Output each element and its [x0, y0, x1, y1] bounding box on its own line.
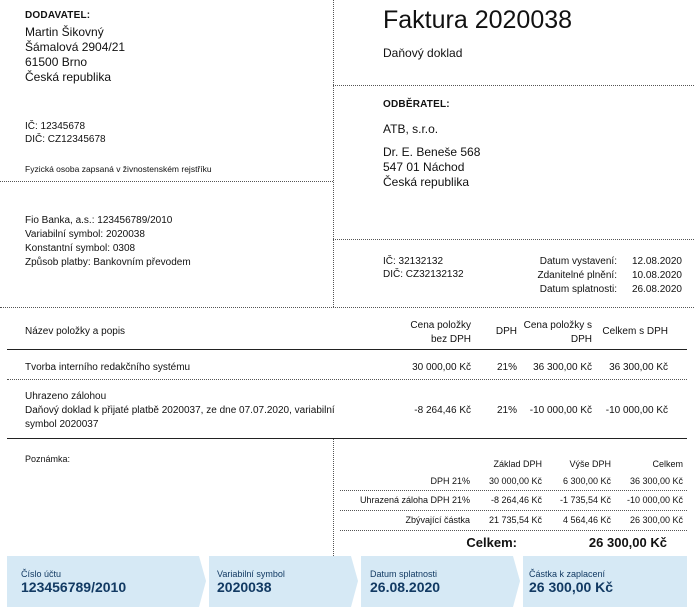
footer-due-label: Datum splatnosti: [370, 569, 438, 579]
row-price-inc: -10 000,00 Kč: [529, 405, 592, 416]
row-price-inc: 36 300,00 Kč: [533, 362, 592, 373]
summary-row-base: 30 000,00 Kč: [488, 476, 542, 486]
issued-value: 12.08.2020: [631, 256, 682, 267]
row-divider: [7, 379, 687, 380]
summary-header-vat: Výše DPH: [569, 459, 611, 469]
footer-amount-tile: Částka k zaplacení 26 300,00 Kč: [523, 556, 687, 607]
footer-arrow: [199, 556, 206, 607]
customer-city: 547 01 Náchod: [383, 160, 465, 174]
summary-row-total: 36 300,00 Kč: [629, 476, 683, 486]
footer-arrow: [351, 556, 358, 607]
table-header-rule: [7, 349, 687, 350]
col-header-name: Název položky a popis: [25, 326, 126, 337]
footer-due-tile: Datum splatnosti 26.08.2020: [361, 556, 513, 607]
footer-due-value: 26.08.2020: [370, 579, 441, 595]
supplier-street: Šámalová 2904/21: [25, 40, 126, 54]
customer-label: ODBĚRATEL:: [383, 99, 450, 110]
payment-method: Způsob platby: Bankovním převodem: [25, 257, 191, 268]
supplier-divider: [0, 181, 333, 182]
customer-street: Dr. E. Beneše 568: [383, 145, 481, 159]
footer-account-label: Číslo účtu: [21, 569, 62, 579]
summary-header-base: Základ DPH: [493, 459, 542, 469]
payment-constant-symbol: Konstantní symbol: 0308: [25, 243, 136, 254]
footer-amount-value: 26 300,00 Kč: [529, 579, 614, 595]
taxable-value: 10.08.2020: [631, 270, 682, 281]
header-vertical-divider: [333, 0, 334, 307]
col-header-price-inc: Cena položky s DPH: [523, 320, 592, 345]
row-price-ex: -8 264,46 Kč: [414, 405, 471, 416]
customer-ic: IČ: 32132132: [383, 256, 444, 267]
summary-row-label: Uhrazená záloha DPH 21%: [359, 495, 470, 505]
due-value: 26.08.2020: [631, 284, 682, 295]
footer-vs-tile: Variabilní symbol 2020038: [209, 556, 351, 607]
customer-dic: DIČ: CZ32132132: [383, 269, 464, 280]
summary-row-base: -8 264,46 Kč: [490, 495, 542, 505]
invoice-subtitle: Daňový doklad: [383, 46, 463, 60]
due-label: Datum splatnosti:: [539, 284, 617, 295]
grand-total-label: Celkem:: [466, 535, 517, 550]
summary-row-label: Zbývající částka: [405, 515, 470, 525]
title-divider: [333, 85, 694, 86]
supplier-ic: IČ: 12345678: [25, 121, 86, 132]
summary-row-vat: 4 564,46 Kč: [562, 515, 611, 525]
header-bottom-divider: [0, 307, 694, 308]
footer-account-value: 123456789/2010: [21, 579, 127, 595]
taxable-label: Zdanitelné plnění:: [537, 270, 617, 281]
col-header-total-inc: Celkem s DPH: [602, 326, 668, 337]
footer-vs-value: 2020038: [217, 579, 272, 595]
summary-row-total: 26 300,00 Kč: [629, 515, 683, 525]
supplier-label: DODAVATEL:: [25, 10, 91, 21]
col-header-price-ex: Cena položky bez DPH: [410, 320, 471, 345]
customer-name: ATB, s.r.o.: [383, 122, 439, 136]
payment-variable-symbol: Variabilní symbol: 2020038: [25, 229, 145, 240]
issued-label: Datum vystavení:: [539, 256, 617, 267]
summary-row-vat: 6 300,00 Kč: [562, 476, 611, 486]
note-label: Poznámka:: [25, 454, 71, 464]
footer-arrow: [513, 556, 520, 607]
row-total-inc: 36 300,00 Kč: [609, 362, 668, 373]
grand-total-value: 26 300,00 Kč: [588, 535, 667, 550]
row-price-ex: 30 000,00 Kč: [412, 362, 471, 373]
row-name: Tvorba interního redakčního systému: [25, 362, 191, 373]
summary-row-total: -10 000,00 Kč: [626, 495, 683, 505]
summary-row-base: 21 735,54 Kč: [488, 515, 542, 525]
summary-header-total: Celkem: [652, 459, 683, 469]
supplier-country: Česká republika: [25, 70, 112, 84]
note-vertical-divider: [333, 439, 334, 556]
supplier-name: Martin Šikovný: [25, 25, 104, 39]
supplier-dic: DIČ: CZ12345678: [25, 134, 106, 145]
customer-country: Česká republika: [383, 175, 470, 189]
summary-row-label: DPH 21%: [430, 476, 470, 486]
supplier-city: 61500 Brno: [25, 55, 88, 69]
supplier-registration-note: Fyzická osoba zapsaná v živnostenském re…: [25, 164, 212, 174]
payment-bank: Fio Banka, a.s.: 123456789/2010: [25, 215, 173, 226]
row-detail: Daňový doklad k přijaté platbě 2020037, …: [25, 405, 335, 430]
invoice-title: Faktura 2020038: [383, 6, 573, 34]
summary-divider: [340, 510, 687, 511]
summary-divider: [340, 490, 687, 491]
col-header-vat: DPH: [495, 326, 517, 337]
footer-vs-label: Variabilní symbol: [217, 569, 285, 579]
row-name: Uhrazeno zálohou: [25, 391, 107, 402]
footer-amount-label: Částka k zaplacení: [529, 569, 606, 579]
footer-account-tile: Číslo účtu 123456789/2010: [7, 556, 199, 607]
summary-row-vat: -1 735,54 Kč: [559, 495, 611, 505]
customer-divider: [333, 239, 694, 240]
row-total-inc: -10 000,00 Kč: [605, 405, 668, 416]
summary-divider: [340, 530, 687, 531]
table-bottom-rule: [7, 438, 687, 439]
